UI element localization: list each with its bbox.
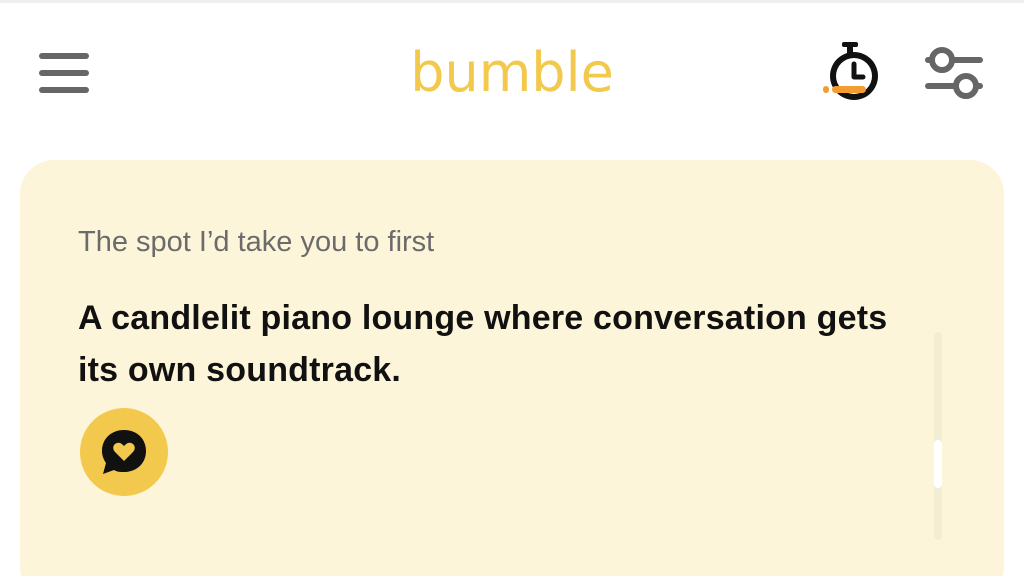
- app-screen: bumble The spot I’d take you to first A …: [0, 0, 1024, 576]
- hamburger-menu-icon: [39, 53, 89, 93]
- comment-button[interactable]: [80, 408, 168, 496]
- sliders-filter-icon: [925, 47, 983, 99]
- prompt-label: The spot I’d take you to first: [78, 226, 435, 258]
- filter-button[interactable]: [922, 42, 986, 104]
- timer-button[interactable]: [818, 40, 882, 106]
- top-header: bumble: [0, 0, 1024, 150]
- menu-button[interactable]: [36, 46, 92, 100]
- prompt-answer: A candlelit piano lounge where conversat…: [78, 299, 888, 389]
- scrollbar-thumb[interactable]: [934, 440, 942, 488]
- stopwatch-icon: [823, 42, 878, 100]
- card-scrollbar[interactable]: [934, 332, 942, 540]
- heart-speech-bubble-icon: [102, 430, 146, 474]
- bumble-logo: bumble: [410, 41, 614, 104]
- profile-prompt-card: The spot I’d take you to first A candlel…: [20, 160, 1004, 576]
